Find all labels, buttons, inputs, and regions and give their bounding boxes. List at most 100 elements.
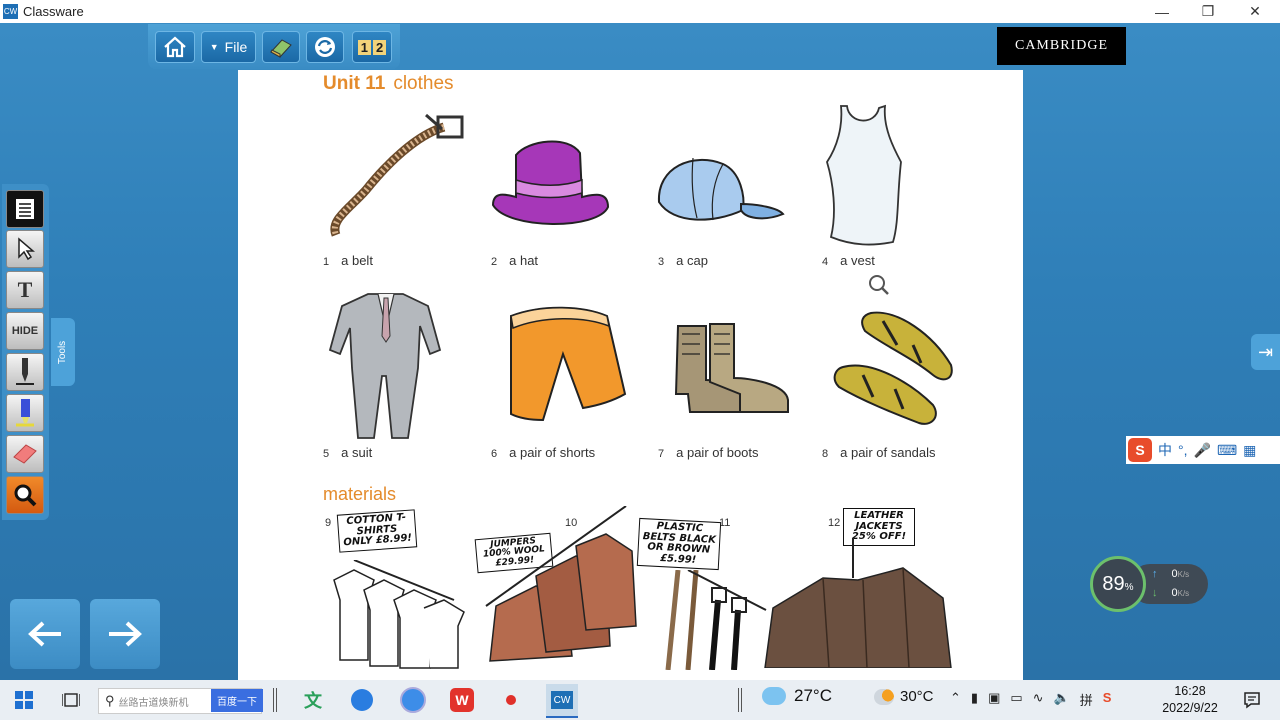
cursor-arrow-icon <box>18 237 35 261</box>
previous-page-button[interactable] <box>10 599 80 669</box>
tray-ime-icon[interactable]: 拼 <box>1080 690 1093 709</box>
home-icon <box>164 36 186 58</box>
highlighter-tool-button[interactable] <box>6 394 44 432</box>
cloud-icon <box>762 687 786 705</box>
hat-illustration <box>491 140 610 225</box>
sandals-illustration <box>833 311 953 425</box>
sign-cotton: COTTON T-SHIRTS ONLY £8.99! <box>336 509 418 553</box>
clock[interactable]: 16:28 2022/9/22 <box>1150 683 1230 717</box>
next-page-button[interactable] <box>90 599 160 669</box>
text-tool-button[interactable]: T <box>6 271 44 309</box>
grid-menu-icon[interactable]: ▦ <box>1243 442 1256 459</box>
eraser-tool-button[interactable] <box>6 435 44 473</box>
ime-toolbar: S 中 °, 🎤 ⌨ ▦ <box>1126 436 1280 464</box>
tray-chevron-icon[interactable]: ⌃ <box>950 690 961 709</box>
caption-belt: 1a belt <box>323 253 373 268</box>
zoom-tool-button[interactable] <box>6 476 44 514</box>
shorts-illustration <box>510 306 627 422</box>
highlighter-icon <box>16 399 34 427</box>
jumpers-illustration <box>485 506 637 662</box>
windows-icon <box>15 691 33 709</box>
expand-panel-tab[interactable]: ⇥ <box>1251 334 1280 370</box>
menu-tool-button[interactable] <box>6 190 44 228</box>
minimize-button[interactable]: — <box>1139 0 1185 23</box>
tray-volume-icon[interactable]: 🔈 <box>1054 690 1070 709</box>
taskbar-app-wenjian[interactable]: 文 <box>297 684 329 716</box>
sogou-logo-icon[interactable]: S <box>1128 438 1152 462</box>
material-num-9: 9 <box>325 517 332 529</box>
file-label: File <box>224 39 248 55</box>
taskbar-app-recorder[interactable] <box>495 684 527 716</box>
caption-sandals: 8a pair of sandals <box>822 445 936 460</box>
tray-battery-icon[interactable]: ▭ <box>1010 690 1022 709</box>
page-title: Unit 11 clothes <box>323 73 454 95</box>
pen-tool-button[interactable] <box>6 353 44 391</box>
tshirts-illustration <box>333 560 465 669</box>
memory-gauge[interactable]: 89% <box>1090 556 1146 612</box>
notification-center-button[interactable] <box>1236 684 1268 716</box>
hide-tool-button[interactable]: HIDE <box>6 312 44 350</box>
task-view-icon <box>62 693 80 707</box>
tray-wifi-icon[interactable]: ∿ <box>1033 690 1044 709</box>
unit-topic: clothes <box>393 73 454 94</box>
maximize-button[interactable]: ❐ <box>1185 0 1231 23</box>
arrow-left-icon <box>28 621 61 647</box>
materials-heading: materials <box>323 484 397 504</box>
refresh-icon <box>315 37 335 57</box>
pointer-tool-button[interactable] <box>6 230 44 268</box>
network-speed-widget: 89% ↑ 0K/s ↓ 0K/s <box>1090 556 1208 612</box>
sign-belts: PLASTIC BELTS BLACK OR BROWN £5.99! <box>636 517 722 571</box>
magnifier-icon <box>14 484 37 507</box>
ime-punct-toggle[interactable]: °, <box>1178 442 1188 458</box>
books-icon <box>270 39 292 58</box>
ime-lang-toggle[interactable]: 中 <box>1158 440 1172 460</box>
download-speed: ↓ 0K/s <box>1152 587 1190 599</box>
task-view-button[interactable] <box>55 684 87 716</box>
home-button[interactable] <box>155 31 195 63</box>
page-view-2: 2 <box>373 39 387 55</box>
clock-date: 2022/9/22 <box>1162 701 1218 715</box>
arrow-right-icon <box>109 621 142 647</box>
baidu-search-button[interactable]: 百度一下 <box>211 689 263 712</box>
weather-temp-2: 30°C <box>900 688 934 705</box>
weather-widget[interactable]: 27°C <box>762 686 832 706</box>
partly-sunny-icon <box>874 688 894 705</box>
expand-arrow-icon: ⇥ <box>1257 341 1274 362</box>
book-button[interactable] <box>262 31 300 63</box>
keyboard-icon[interactable]: ⌨ <box>1217 442 1237 459</box>
taskbar-app-browser[interactable] <box>346 684 378 716</box>
search-placeholder: 丝路古道焕新机 <box>118 697 189 709</box>
upload-speed: ↑ 0K/s <box>1152 568 1190 580</box>
taskbar-app-browser2[interactable] <box>397 684 429 716</box>
pen-icon <box>16 358 34 385</box>
leather-jackets-illustration <box>764 538 952 668</box>
taskbar-app-wps[interactable]: W <box>446 684 478 716</box>
start-button[interactable] <box>8 684 40 716</box>
microphone-icon[interactable]: 🎤 <box>1194 442 1211 459</box>
cambridge-logo: CAMBRIDGE <box>997 27 1126 65</box>
belts-illustration <box>665 570 767 670</box>
weather-widget-2[interactable]: 30°C <box>874 688 934 705</box>
taskbar-divider <box>273 688 277 712</box>
file-menu-button[interactable]: ▼ File <box>201 31 256 63</box>
refresh-button[interactable] <box>306 31 344 63</box>
clock-time: 16:28 <box>1174 684 1206 698</box>
caption-vest: 4a vest <box>822 253 875 268</box>
app-icon: CW <box>3 4 18 19</box>
tools-tab[interactable]: Tools <box>51 318 75 386</box>
material-num-12: 12 <box>828 517 841 529</box>
belt-illustration <box>330 113 464 237</box>
tray-usb-icon[interactable]: ▮ <box>971 690 978 709</box>
caption-hat: 2a hat <box>491 253 539 268</box>
list-icon <box>16 199 34 219</box>
window-titlebar: CW Classware — ❐ ✕ <box>0 0 1280 23</box>
vest-illustration <box>826 104 902 246</box>
caption-suit: 5a suit <box>323 445 373 460</box>
tray-sogou-icon[interactable]: S <box>1103 690 1112 709</box>
tray-app-icon[interactable]: ▣ <box>988 690 1000 709</box>
window-title: Classware <box>23 4 84 19</box>
close-button[interactable]: ✕ <box>1232 0 1278 23</box>
page-view-button[interactable]: 1 2 <box>352 31 392 63</box>
download-arrow-icon: ↓ <box>1152 587 1158 599</box>
taskbar-app-classware[interactable]: CW <box>546 684 578 718</box>
